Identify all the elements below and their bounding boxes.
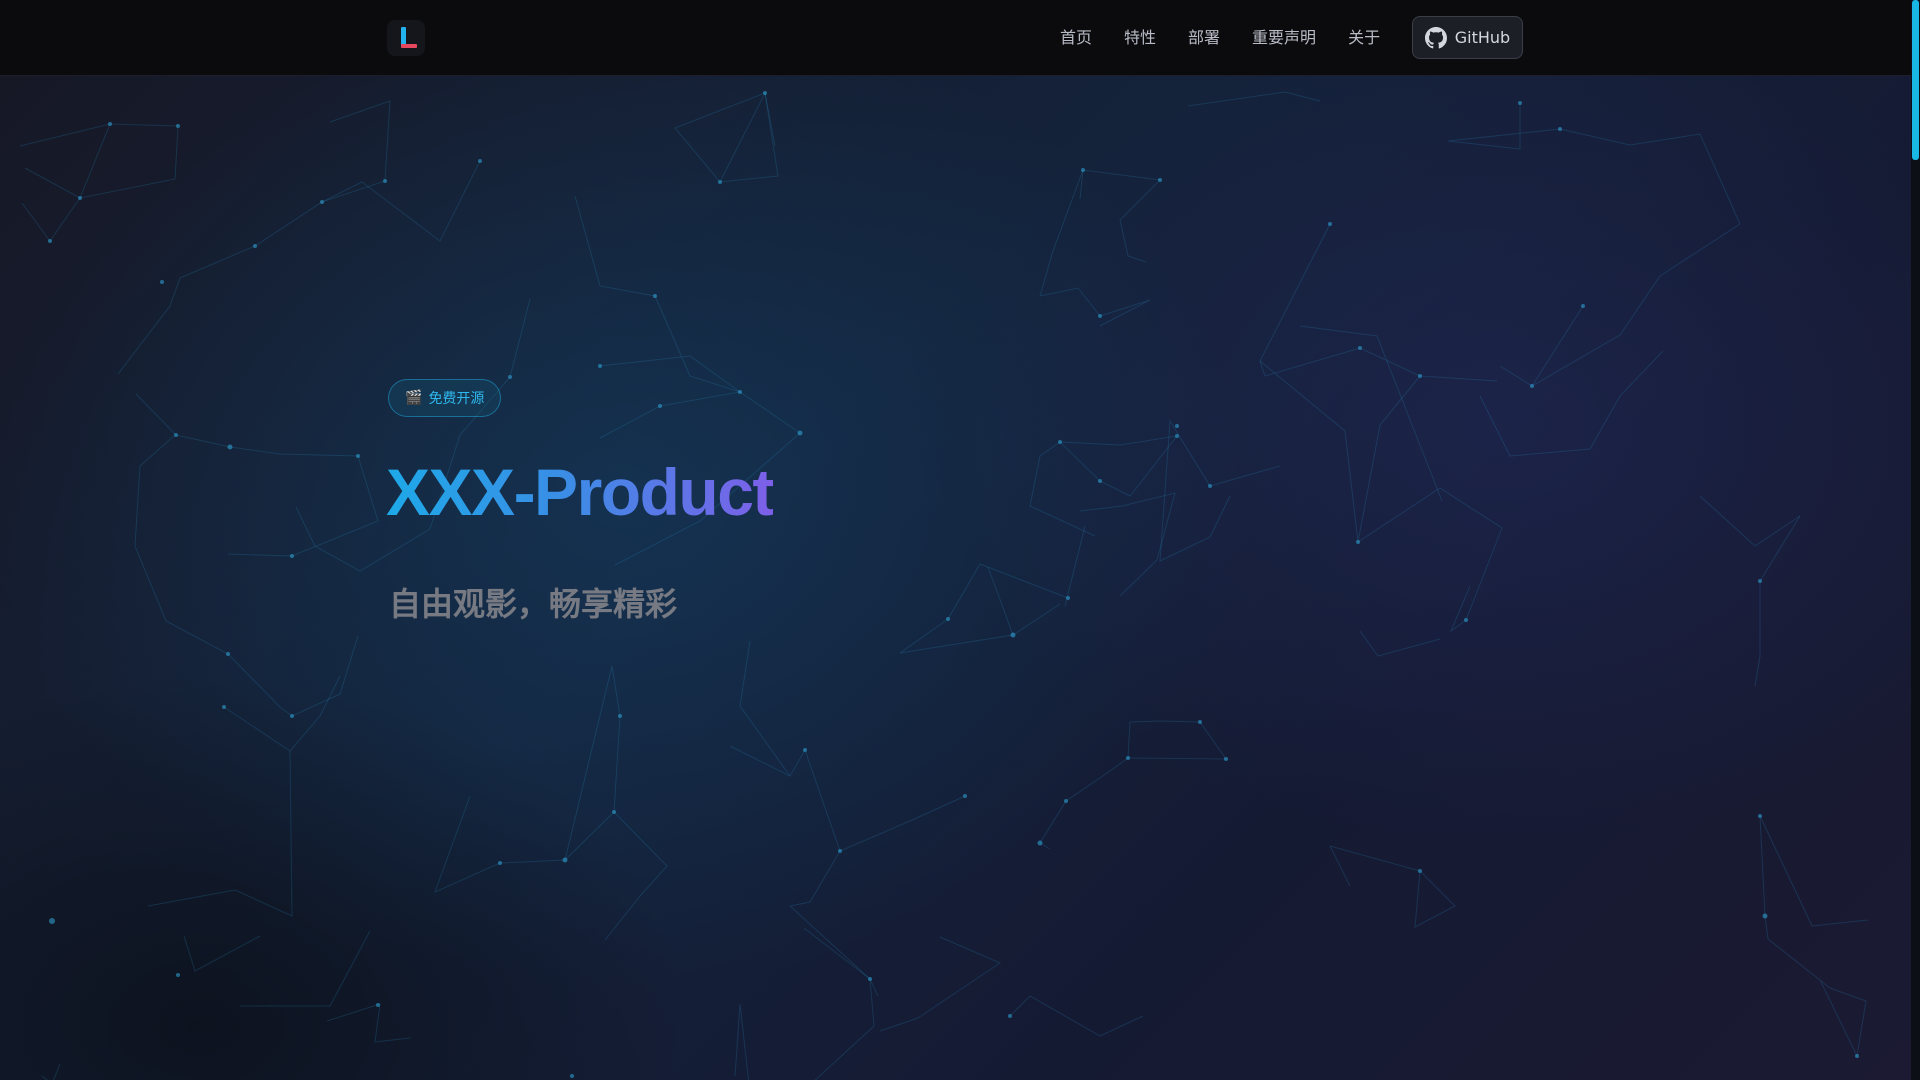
- top-navbar: 首页 特性 部署 重要声明 关于 GitHub: [0, 0, 1920, 76]
- nav-link-disclaimer[interactable]: 重要声明: [1252, 24, 1316, 52]
- hero-title: XXX-Product: [386, 452, 774, 532]
- nav-link-home[interactable]: 首页: [1060, 24, 1092, 52]
- nav-links: 首页 特性 部署 重要声明 关于: [1060, 24, 1412, 52]
- particle-network-background: [19, 91, 1869, 1080]
- hero-subtitle: 自由观影，畅享精彩: [389, 585, 678, 623]
- github-button-label: GitHub: [1454, 28, 1511, 47]
- nav-link-features[interactable]: 特性: [1124, 24, 1156, 52]
- nav-link-deploy[interactable]: 部署: [1188, 24, 1220, 52]
- github-icon: [1424, 26, 1447, 48]
- scrollbar-track[interactable]: [1911, 0, 1920, 1080]
- nav-link-about[interactable]: 关于: [1348, 24, 1380, 52]
- clapperboard-icon: 🎬: [405, 390, 423, 406]
- page: 首页 特性 部署 重要声明 关于 GitHub 🎬 免费开源 XXX-Produ…: [0, 0, 1920, 1080]
- logo-icon[interactable]: [387, 20, 425, 56]
- github-button[interactable]: GitHub: [1412, 16, 1523, 59]
- open-source-badge: 🎬 免费开源: [388, 379, 502, 417]
- scrollbar-thumb[interactable]: [1912, 0, 1919, 160]
- badge-label: 免费开源: [428, 391, 485, 407]
